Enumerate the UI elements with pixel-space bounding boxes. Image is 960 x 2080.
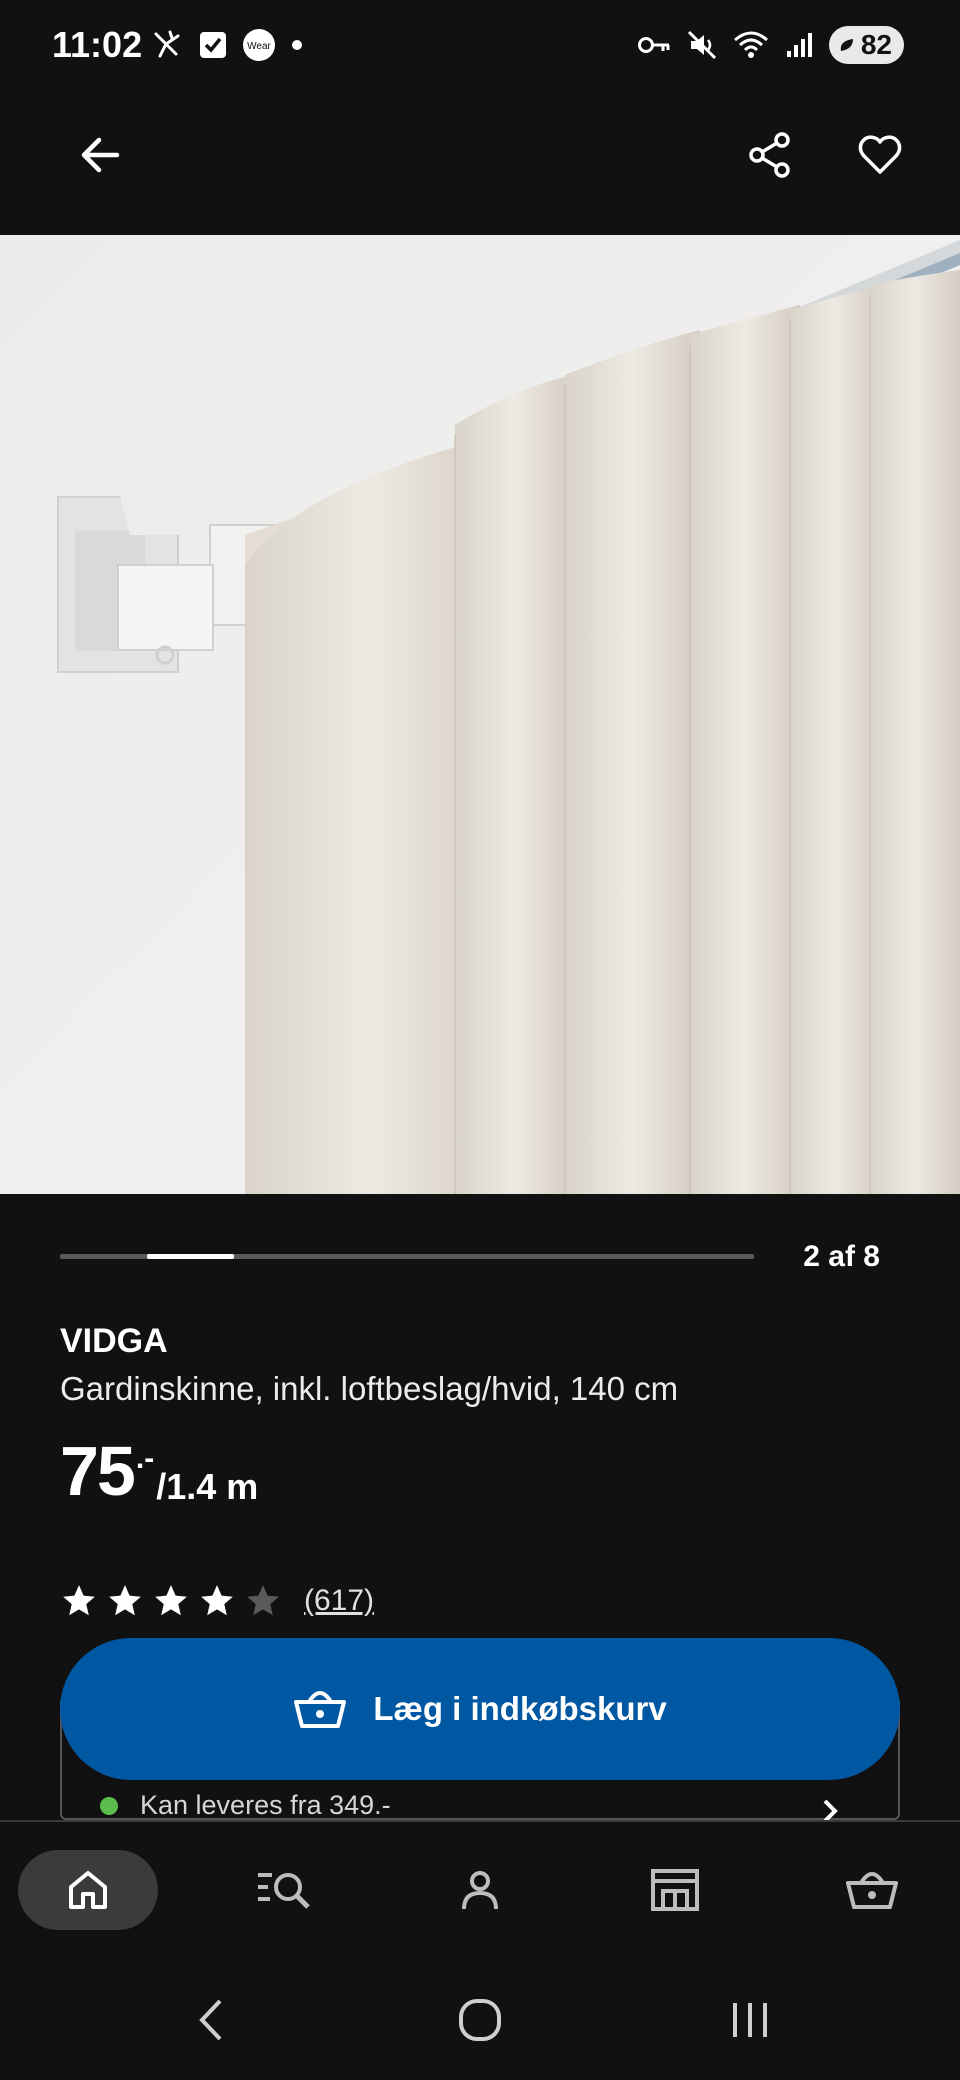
product-rating[interactable]: (617) (60, 1582, 374, 1620)
status-time: 11:02 (52, 24, 143, 65)
rating-stars (60, 1582, 282, 1620)
store-icon (651, 1869, 699, 1911)
mute-icon (687, 30, 717, 60)
add-to-basket-label: Læg i indkøbskurv (373, 1690, 667, 1727)
back-button[interactable] (55, 110, 145, 200)
wear-icon: Wear (242, 28, 276, 62)
nav-search[interactable] (245, 1850, 325, 1930)
favorite-button[interactable] (835, 110, 925, 200)
signal-icon (785, 31, 813, 59)
home-circle-icon (459, 1999, 501, 2041)
carousel-progress-fill (146, 1254, 234, 1259)
heart-icon (858, 135, 902, 174)
wear-label: Wear (247, 41, 271, 52)
add-to-basket-button[interactable]: Læg i indkøbskurv (60, 1638, 900, 1780)
home-icon (69, 1871, 107, 1909)
review-count-link[interactable]: (617) (304, 1584, 374, 1618)
recents-icon (733, 2003, 767, 2037)
star-filled-icon (201, 1585, 233, 1616)
share-icon (749, 132, 790, 178)
nav-profile[interactable] (440, 1850, 520, 1930)
product-description: Gardinskinne, inkl. loftbeslag/hvid, 140… (60, 1370, 679, 1407)
back-icon (199, 1999, 222, 2041)
product-price: 75 .- /1.4 m (60, 1436, 258, 1508)
star-filled-icon (109, 1585, 141, 1616)
price-unit: /1.4 m (156, 1466, 259, 1507)
price-decimal: .- (135, 1442, 155, 1475)
battery-level: 82 (860, 29, 892, 60)
top-app-bar (0, 90, 960, 235)
delivery-info[interactable]: Kan leveres fra 349.- (100, 1790, 391, 1821)
delivery-text: Kan leveres fra 349.- (140, 1790, 391, 1820)
curtain-rail-photo (0, 235, 960, 1194)
price-integer: 75 (60, 1432, 136, 1510)
dot-icon (290, 38, 304, 52)
nav-home[interactable] (18, 1850, 158, 1930)
nav-store[interactable] (635, 1850, 715, 1930)
bottom-navigation (0, 1820, 960, 1960)
battery-saver-icon (840, 39, 853, 51)
key-icon (637, 33, 671, 57)
star-filled-icon (155, 1585, 187, 1616)
fitness-icon (150, 28, 184, 62)
system-navigation-bar (0, 1960, 960, 2080)
status-bar: 11:02 Wear 82 (0, 0, 960, 90)
task-check-icon (198, 30, 228, 60)
nav-basket[interactable] (832, 1850, 912, 1930)
carousel-progress-track (60, 1254, 754, 1259)
basket-icon (294, 1691, 347, 1728)
system-back-button[interactable] (172, 1980, 252, 2060)
arrow-left-icon (81, 137, 120, 173)
product-image[interactable] (0, 235, 960, 1194)
carousel-page-count: 2 af 8 (803, 1240, 880, 1273)
profile-icon (462, 1871, 498, 1910)
status-notification-icons: Wear (150, 28, 304, 62)
wifi-icon (733, 30, 769, 60)
system-recents-button[interactable] (710, 1980, 790, 2060)
star-empty-icon (247, 1585, 279, 1616)
product-name: VIDGA (60, 1322, 168, 1360)
image-carousel-indicator: 2 af 8 (60, 1240, 880, 1280)
battery-indicator: 82 (828, 26, 904, 64)
delivery-status-dot (100, 1796, 118, 1815)
basket-icon (846, 1872, 898, 1909)
status-system-icons: 82 (637, 26, 904, 64)
system-home-button[interactable] (440, 1980, 520, 2060)
star-filled-icon (63, 1585, 95, 1616)
share-button[interactable] (725, 110, 815, 200)
search-list-icon (258, 1873, 310, 1909)
